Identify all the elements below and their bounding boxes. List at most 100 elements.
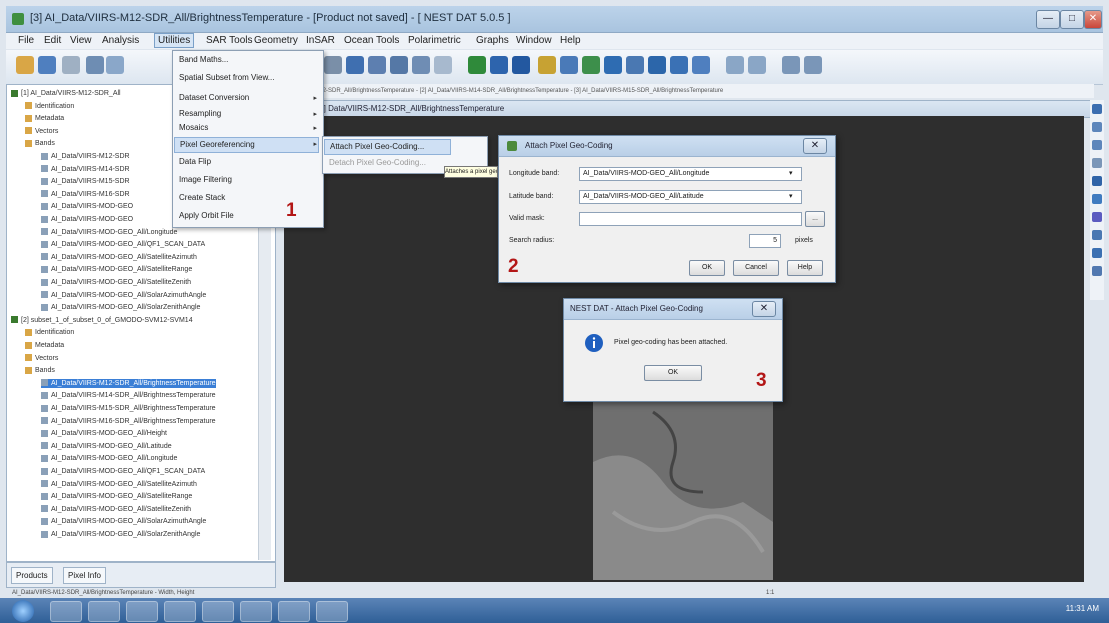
menu-analysis[interactable]: Analysis <box>100 35 141 46</box>
world-map-icon[interactable] <box>468 56 486 74</box>
menu-graphs[interactable]: Graphs <box>474 35 511 46</box>
sync-views-icon[interactable] <box>1092 176 1102 186</box>
terrain-icon[interactable] <box>582 56 600 74</box>
taskbar-item-app2[interactable] <box>202 601 234 622</box>
measure-icon[interactable] <box>726 56 744 74</box>
tree-row[interactable]: AI_Data/VIIRS-MOD-GEO <box>41 202 133 211</box>
tree-row[interactable]: AI_Data/VIIRS-MOD-GEO <box>41 215 133 224</box>
menu-item-resampling[interactable]: Resampling <box>179 109 221 118</box>
minimize-button[interactable]: — <box>1036 10 1060 29</box>
menu-item-detach-pixel-geocoding[interactable]: Detach Pixel Geo-Coding... <box>329 158 426 167</box>
zoom-all-icon[interactable] <box>1092 158 1102 168</box>
tree-row[interactable]: AI_Data/VIIRS-MOD-GEO_All/SolarAzimuthAn… <box>41 291 206 300</box>
graph-builder-icon[interactable] <box>626 56 644 74</box>
menu-sar-tools[interactable]: SAR Tools <box>204 35 255 46</box>
band-icon[interactable] <box>490 56 508 74</box>
tree-row[interactable]: AI_Data/VIIRS-MOD-GEO_All/SatelliteRange <box>41 265 192 274</box>
tree-row[interactable]: [1] AI_Data/VIIRS-M12-SDR_All <box>11 89 121 98</box>
taskbar-item-explorer[interactable] <box>88 601 120 622</box>
tree-row[interactable]: AI_Data/VIIRS-M16-SDR <box>41 190 130 199</box>
tree-row[interactable]: AI_Data/VIIRS-MOD-GEO_All/SatelliteRange <box>41 492 192 501</box>
tree-row[interactable]: AI_Data/VIIRS-MOD-GEO_All/SatelliteAzimu… <box>41 480 197 489</box>
taskbar-item-ie[interactable] <box>50 601 82 622</box>
tree-row[interactable]: AI_Data/VIIRS-MOD-GEO_All/Longitude <box>41 228 177 237</box>
select-tool-icon[interactable] <box>782 56 800 74</box>
tree-row[interactable]: AI_Data/VIIRS-MOD-GEO_All/Latitude <box>41 442 172 451</box>
menu-file[interactable]: File <box>16 35 36 46</box>
sigma-icon[interactable] <box>324 56 342 74</box>
tree-row[interactable]: AI_Data/VIIRS-MOD-GEO_All/SatelliteAzimu… <box>41 253 197 262</box>
world-view-icon[interactable] <box>1092 230 1102 240</box>
tree-row[interactable]: Identification <box>25 328 74 337</box>
menu-item-spatial-subset[interactable]: Spatial Subset from View... <box>179 73 274 82</box>
tree-row[interactable]: AI_Data/VIIRS-MOD-GEO_All/SolarZenithAng… <box>41 303 200 312</box>
taskbar-item-nest[interactable] <box>316 601 348 622</box>
layer-editor-icon[interactable] <box>1092 104 1102 114</box>
valid-mask-browse-button[interactable]: ... <box>805 211 825 227</box>
menu-item-band-maths[interactable]: Band Maths... <box>179 55 228 64</box>
menu-help[interactable]: Help <box>558 35 583 46</box>
tree-row[interactable]: AI_Data/VIIRS-MOD-GEO_All/SolarZenithAng… <box>41 530 200 539</box>
taskbar-item-app3[interactable] <box>240 601 272 622</box>
tree-row[interactable]: AI_Data/VIIRS-MOD-GEO_All/SolarAzimuthAn… <box>41 517 206 526</box>
session-icon[interactable] <box>62 56 80 74</box>
zoom-tool-icon[interactable] <box>748 56 766 74</box>
layers-icon[interactable] <box>86 56 104 74</box>
batch-icon[interactable] <box>648 56 666 74</box>
tree-row[interactable]: AI_Data/VIIRS-MOD-GEO_All/SatelliteZenit… <box>41 278 191 287</box>
tree-row[interactable]: Bands <box>25 139 55 148</box>
menu-item-apply-orbit-file[interactable]: Apply Orbit File <box>179 211 234 220</box>
search-radius-spinner[interactable]: 5 <box>749 234 781 248</box>
info-dialog-close-button[interactable]: ✕ <box>752 301 776 317</box>
navigation-icon[interactable] <box>604 56 622 74</box>
histogram-icon[interactable] <box>346 56 364 74</box>
menu-item-dataset-conversion[interactable]: Dataset Conversion <box>179 93 249 102</box>
menu-item-image-filtering[interactable]: Image Filtering <box>179 175 232 184</box>
menu-polarimetric[interactable]: Polarimetric <box>406 35 463 46</box>
cancel-button[interactable]: Cancel <box>733 260 779 276</box>
open-product-icon[interactable] <box>16 56 34 74</box>
tree-row[interactable]: Bands <box>25 366 55 375</box>
close-button[interactable]: ✕ <box>1084 10 1102 29</box>
graph-icon[interactable] <box>106 56 124 74</box>
start-button[interactable] <box>12 600 34 622</box>
menu-item-create-stack[interactable]: Create Stack <box>179 193 225 202</box>
tree-row[interactable]: AI_Data/VIIRS-MOD-GEO_All/QF1_SCAN_DATA <box>41 467 205 476</box>
menu-edit[interactable]: Edit <box>42 35 63 46</box>
layer-manager-icon[interactable] <box>1092 248 1102 258</box>
tree-row[interactable]: AI_Data/VIIRS-M15-SDR <box>41 177 130 186</box>
ok-button[interactable]: OK <box>689 260 725 276</box>
spectrum-icon[interactable] <box>412 56 430 74</box>
tree-row[interactable]: AI_Data/VIIRS-M14-SDR_All/BrightnessTemp… <box>41 391 216 400</box>
tab-products[interactable]: Products <box>11 567 53 584</box>
menu-view[interactable]: View <box>68 35 94 46</box>
gcp-icon[interactable] <box>560 56 578 74</box>
latitude-band-select[interactable]: AI_Data/VIIRS-MOD-GEO_All/Latitude <box>579 190 802 204</box>
menu-item-data-flip[interactable]: Data Flip <box>179 157 211 166</box>
longitude-band-select[interactable]: AI_Data/VIIRS-MOD-GEO_All/Longitude <box>579 167 802 181</box>
menu-geometry[interactable]: Geometry <box>252 35 300 46</box>
tree-row[interactable]: AI_Data/VIIRS-M14-SDR <box>41 165 130 174</box>
maximize-button[interactable]: □ <box>1060 10 1084 29</box>
menu-ocean-tools[interactable]: Ocean Tools <box>342 35 401 46</box>
info-icon[interactable] <box>1092 194 1102 204</box>
dialog-close-button[interactable]: ✕ <box>803 138 827 154</box>
tree-row[interactable]: AI_Data/VIIRS-MOD-GEO_All/Height <box>41 429 167 438</box>
taskbar-item-media[interactable] <box>126 601 158 622</box>
help-button[interactable]: Help <box>787 260 823 276</box>
settings-icon[interactable] <box>692 56 710 74</box>
taskbar-item-app1[interactable] <box>164 601 196 622</box>
tree-row[interactable]: AI_Data/VIIRS-M12-SDR_All/BrightnessTemp… <box>41 378 216 388</box>
tree-row[interactable]: AI_Data/VIIRS-M16-SDR_All/BrightnessTemp… <box>41 417 216 426</box>
tree-row[interactable]: Identification <box>25 102 74 111</box>
tree-row[interactable]: AI_Data/VIIRS-MOD-GEO_All/QF1_SCAN_DATA <box>41 240 205 249</box>
tree-row[interactable]: AI_Data/VIIRS-M12-SDR <box>41 152 130 161</box>
pin-icon[interactable] <box>538 56 556 74</box>
menu-item-pixel-georeferencing[interactable]: Pixel Georeferencing <box>174 137 319 153</box>
globe-icon[interactable] <box>670 56 688 74</box>
tree-row[interactable]: AI_Data/VIIRS-MOD-GEO_All/SatelliteZenit… <box>41 505 191 514</box>
menu-utilities[interactable]: Utilities <box>154 33 195 48</box>
draw-line-icon[interactable] <box>434 56 452 74</box>
profile-plot-icon[interactable] <box>390 56 408 74</box>
tree-row[interactable]: AI_Data/VIIRS-M15-SDR_All/BrightnessTemp… <box>41 404 216 413</box>
